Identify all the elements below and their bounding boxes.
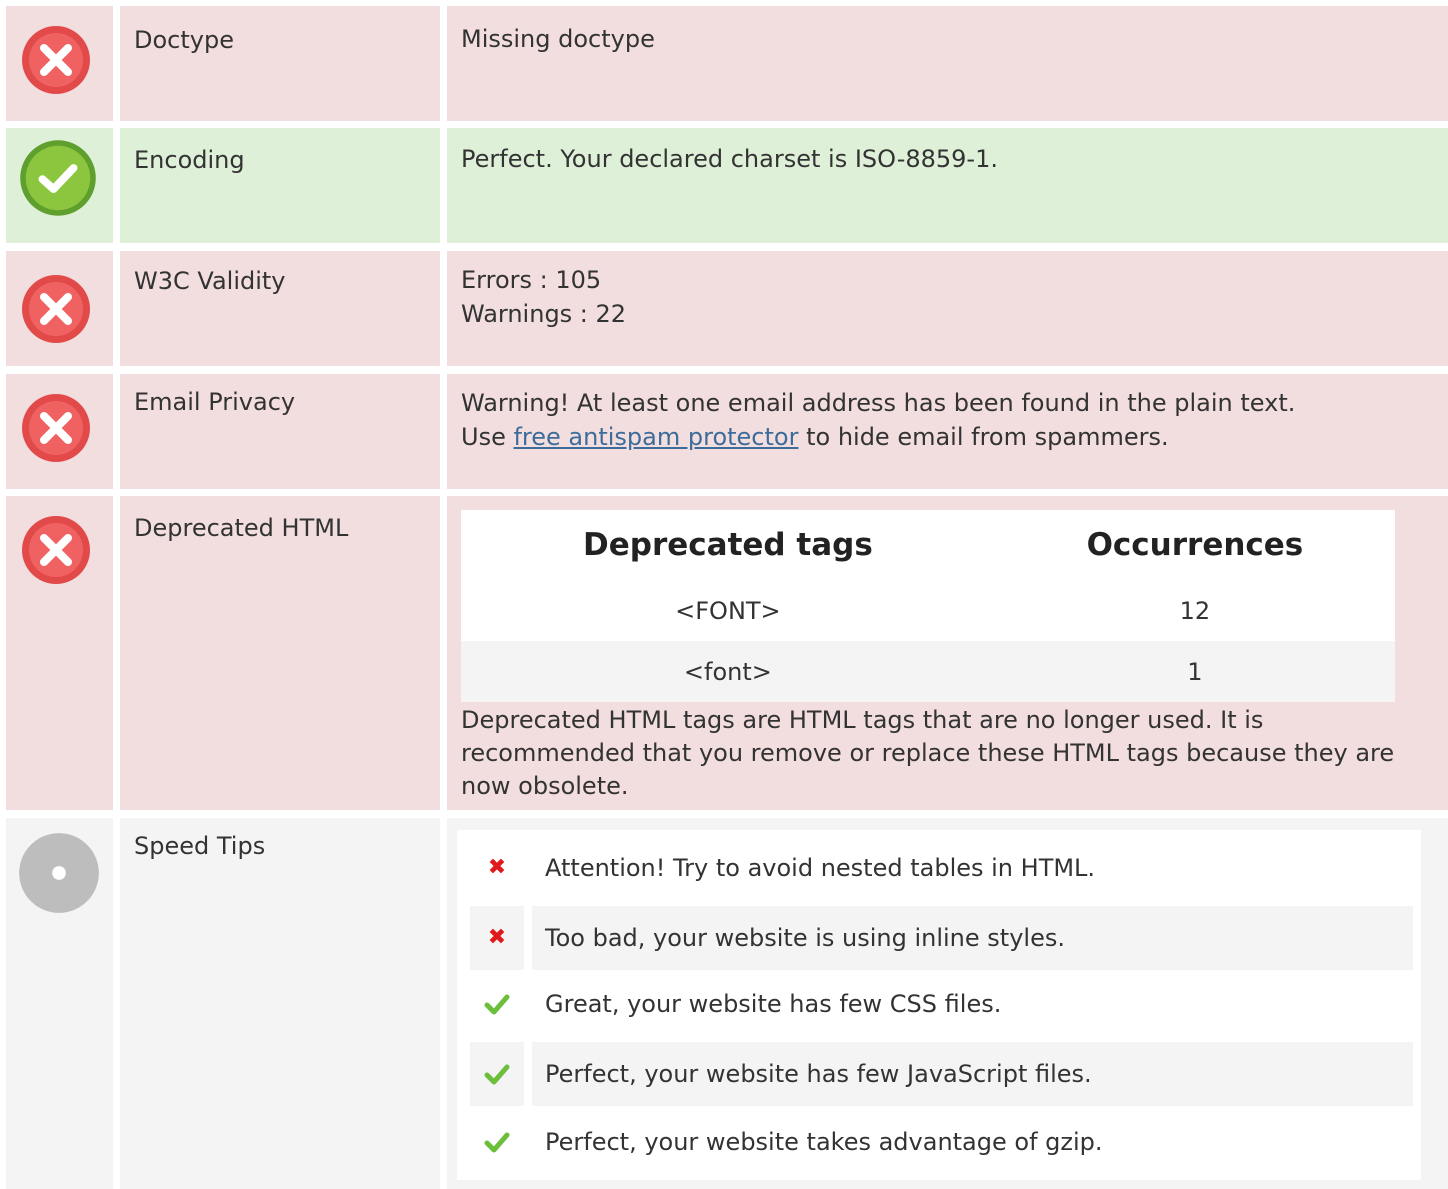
table-row: <font> 1: [461, 641, 1395, 702]
errors-count: Errors : 105: [461, 266, 602, 294]
x-mark-icon: ✖: [487, 855, 507, 880]
tag-cell: <FONT>: [461, 580, 995, 641]
check-mark-icon: [484, 994, 510, 1015]
status-cell: [6, 496, 113, 810]
error-icon: [22, 516, 90, 584]
status-cell: [6, 251, 113, 366]
list-item: Great, your website has few CSS files.: [470, 972, 1413, 1036]
antispam-protector-link[interactable]: free antispam protector: [513, 423, 798, 451]
label-doctype: Doctype: [120, 6, 440, 121]
status-cell: [6, 6, 113, 121]
count-cell: 12: [994, 580, 1395, 641]
value-email-privacy: Warning! At least one email address has …: [447, 374, 1448, 489]
email-warning-text: Warning! At least one email address has …: [461, 389, 1296, 417]
error-icon: [22, 394, 90, 462]
list-item: ✖ Too bad, your website is using inline …: [470, 906, 1413, 970]
speed-tips-list: ✖ Attention! Try to avoid nested tables …: [457, 830, 1421, 1180]
row-email-privacy: Email Privacy Warning! At least one emai…: [6, 374, 1448, 489]
email-advice-text: Use free antispam protector to hide emai…: [461, 423, 1169, 451]
status-cell: [6, 128, 113, 243]
row-encoding: Encoding Perfect. Your declared charset …: [6, 128, 1448, 243]
list-item: ✖ Attention! Try to avoid nested tables …: [470, 836, 1413, 900]
check-mark-icon: [484, 1132, 510, 1153]
row-doctype: Doctype Missing doctype: [6, 6, 1448, 121]
x-mark-icon: ✖: [487, 925, 507, 950]
value-doctype: Missing doctype: [447, 6, 1448, 121]
status-cell: [6, 818, 113, 1189]
value-w3c-validity: Errors : 105 Warnings : 22: [447, 251, 1448, 366]
label-deprecated-html: Deprecated HTML: [120, 496, 440, 810]
error-icon: [22, 26, 90, 94]
tip-text: Perfect, your website has few JavaScript…: [532, 1042, 1413, 1106]
deprecated-tags-table: Deprecated tags Occurrences <FONT> 12 <f…: [461, 510, 1395, 702]
tag-cell: <font>: [461, 641, 995, 702]
table-row: <FONT> 12: [461, 580, 1395, 641]
list-item: Perfect, your website takes advantage of…: [470, 1110, 1413, 1174]
success-icon: [20, 140, 96, 216]
table-header-row: Deprecated tags Occurrences: [461, 510, 1395, 580]
label-speed-tips: Speed Tips: [120, 818, 440, 1189]
row-w3c-validity: W3C Validity Errors : 105 Warnings : 22: [6, 251, 1448, 366]
row-deprecated-html: Deprecated HTML Deprecated tags Occurren…: [6, 496, 1448, 810]
column-header-tags: Deprecated tags: [461, 510, 995, 580]
neutral-icon: [19, 833, 99, 913]
column-header-occurrences: Occurrences: [994, 510, 1395, 580]
tip-text: Great, your website has few CSS files.: [545, 990, 1002, 1018]
error-icon: [22, 275, 90, 343]
status-cell: [6, 374, 113, 489]
check-mark-icon: [484, 1064, 510, 1085]
label-email-privacy: Email Privacy: [120, 374, 440, 489]
tip-text: Attention! Try to avoid nested tables in…: [545, 854, 1096, 882]
tip-text: Too bad, your website is using inline st…: [532, 906, 1413, 970]
label-w3c-validity: W3C Validity: [120, 251, 440, 366]
list-item: Perfect, your website has few JavaScript…: [470, 1042, 1413, 1106]
value-deprecated-html: Deprecated tags Occurrences <FONT> 12 <f…: [447, 496, 1448, 810]
label-encoding: Encoding: [120, 128, 440, 243]
deprecated-explanation: Deprecated HTML tags are HTML tags that …: [461, 706, 1395, 800]
tip-text: Perfect, your website takes advantage of…: [545, 1128, 1103, 1156]
count-cell: 1: [994, 641, 1395, 702]
warnings-count: Warnings : 22: [461, 300, 627, 328]
value-encoding: Perfect. Your declared charset is ISO-88…: [447, 128, 1448, 243]
